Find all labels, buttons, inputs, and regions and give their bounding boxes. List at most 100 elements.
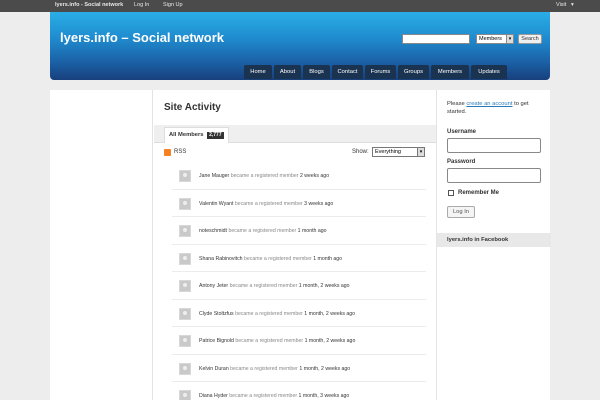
main-panel: Site Activity All Members 2,777 RSS Show…: [50, 90, 551, 400]
avatar[interactable]: [179, 252, 191, 265]
admin-signup-link[interactable]: Sign Up: [163, 2, 183, 8]
member-name-link[interactable]: Jane Mauger: [199, 173, 229, 179]
show-filter-select[interactable]: Everything ▾: [372, 147, 425, 157]
avatar[interactable]: [179, 390, 191, 400]
nav-tab-forums[interactable]: Forums: [365, 65, 396, 79]
activity-text: Shana Rabinovitch became a registered me…: [199, 256, 342, 262]
nav-tab-home[interactable]: Home: [244, 65, 272, 79]
activity-verb: became a registered member: [230, 173, 299, 179]
chevron-down-icon[interactable]: ▾: [571, 2, 574, 8]
chevron-down-icon: ▾: [417, 148, 424, 156]
admin-visit-menu[interactable]: Visit: [556, 2, 566, 8]
activity-list: Jane Mauger became a registered member 2…: [172, 162, 426, 400]
admin-site-link[interactable]: lyers.info - Social network: [55, 2, 123, 8]
activity-verb: became a registered member: [229, 283, 298, 289]
show-filter-value: Everything: [375, 149, 401, 155]
search-scope-value: Members: [479, 36, 502, 42]
avatar[interactable]: [179, 280, 191, 292]
search-input[interactable]: [402, 34, 470, 44]
activity-time: 1 month, 3 weeks ago: [298, 393, 350, 399]
tab-all-members-label: All Members: [169, 132, 204, 138]
member-name-link[interactable]: Antony Jeter: [199, 283, 228, 289]
member-name-link[interactable]: noteschmidt: [199, 228, 227, 234]
list-item: Jane Mauger became a registered member 2…: [172, 162, 426, 190]
password-field[interactable]: [447, 168, 541, 183]
avatar[interactable]: [179, 307, 191, 320]
activity-time: 1 month ago: [313, 255, 343, 262]
member-count-badge: 2,777: [207, 132, 224, 139]
avatar[interactable]: [179, 170, 191, 182]
list-item: Antony Jeter became a registered member …: [172, 272, 426, 300]
member-name-link[interactable]: Clyde Stoltzfus: [199, 311, 234, 317]
list-item: Valentin Wyant became a registered membe…: [172, 190, 426, 217]
login-button[interactable]: Log In: [447, 206, 475, 218]
avatar[interactable]: [179, 197, 191, 210]
avatar[interactable]: [179, 362, 191, 375]
rss-icon[interactable]: [164, 149, 171, 156]
activity-verb: became a registered member: [235, 338, 304, 344]
page-title: Site Activity: [164, 102, 221, 113]
sidebar-intro: Please create an account to get started.: [447, 100, 547, 116]
left-column: [50, 90, 153, 400]
create-account-link[interactable]: create an account: [466, 101, 512, 107]
username-field[interactable]: [447, 138, 541, 153]
activity-verb: became a registered member: [230, 365, 298, 372]
site-header: lyers.info – Social network Members ▾ Se…: [50, 12, 550, 80]
activity-subnav: All Members 2,777: [154, 125, 436, 143]
activity-time: 1 month, 2 weeks ago: [304, 310, 356, 317]
list-item: Patrice Bignold became a registered memb…: [172, 327, 426, 355]
activity-time: 1 month, 2 weeks ago: [299, 365, 351, 372]
member-name-link[interactable]: Diana Hyder: [199, 393, 228, 399]
login-sidebar: Please create an account to get started.…: [436, 90, 551, 400]
member-name-link[interactable]: Patrice Bignold: [199, 338, 234, 344]
list-item: noteschmidt became a registered member 1…: [172, 217, 426, 245]
search-button[interactable]: Search: [518, 34, 542, 44]
avatar[interactable]: [179, 225, 191, 237]
rss-link[interactable]: RSS: [174, 149, 186, 155]
activity-time: 1 month, 2 weeks ago: [304, 338, 356, 344]
activity-text: Clyde Stoltzfus became a registered memb…: [199, 311, 355, 317]
nav-tab-updates[interactable]: Updates: [471, 65, 507, 79]
search-scope-select[interactable]: Members ▾: [476, 34, 514, 44]
tab-all-members[interactable]: All Members 2,777: [164, 127, 229, 143]
member-name-link[interactable]: Kelvin Duran: [199, 366, 229, 372]
password-label: Password: [447, 159, 476, 165]
nav-tab-about[interactable]: About: [274, 65, 301, 79]
intro-prefix: Please: [447, 101, 465, 107]
activity-verb: became a registered member: [229, 393, 298, 399]
list-item: Shana Rabinovitch became a registered me…: [172, 245, 426, 272]
show-filter-label: Show:: [352, 149, 369, 155]
activity-time: 1 month, 2 weeks ago: [298, 283, 350, 289]
member-name-link[interactable]: Shana Rabinovitch: [199, 256, 243, 262]
avatar[interactable]: [179, 335, 191, 347]
activity-text: noteschmidt became a registered member 1…: [199, 228, 327, 234]
remember-me-label: Remember Me: [458, 190, 500, 196]
list-item: Kelvin Duran became a registered member …: [172, 355, 426, 382]
nav-tab-contact[interactable]: Contact: [332, 65, 363, 79]
activity-text: Diana Hyder became a registered member 1…: [199, 393, 349, 399]
remember-me-checkbox[interactable]: [448, 190, 454, 196]
activity-text: Valentin Wyant became a registered membe…: [199, 201, 333, 207]
nav-tab-groups[interactable]: Groups: [398, 65, 429, 79]
activity-text: Jane Mauger became a registered member 2…: [199, 173, 329, 179]
activity-verb: became a registered member: [228, 228, 297, 234]
nav-tab-blogs[interactable]: Blogs: [303, 65, 330, 79]
activity-text: Kelvin Duran became a registered member …: [199, 366, 350, 372]
list-item: Diana Hyder became a registered member 1…: [172, 382, 426, 400]
facebook-widget-heading: lyers.info in Facebook: [437, 233, 551, 247]
admin-login-link[interactable]: Log In: [134, 2, 149, 8]
activity-time: 2 weeks ago: [299, 173, 330, 179]
activity-time: 1 month ago: [297, 228, 327, 234]
activity-verb: became a registered member: [234, 200, 303, 207]
site-title[interactable]: lyers.info – Social network: [60, 30, 224, 45]
username-label: Username: [447, 129, 477, 135]
admin-bar: lyers.info - Social network Log In Sign …: [0, 0, 600, 12]
activity-verb: became a registered member: [244, 255, 312, 262]
main-nav: Home About Blogs Contact Forums Groups M…: [244, 65, 507, 79]
activity-time: 3 weeks ago: [304, 200, 334, 207]
chevron-down-icon: ▾: [506, 35, 513, 43]
activity-verb: became a registered member: [235, 310, 303, 317]
activity-content: Site Activity All Members 2,777 RSS Show…: [154, 90, 436, 400]
member-name-link[interactable]: Valentin Wyant: [199, 201, 233, 207]
nav-tab-members[interactable]: Members: [431, 65, 469, 79]
